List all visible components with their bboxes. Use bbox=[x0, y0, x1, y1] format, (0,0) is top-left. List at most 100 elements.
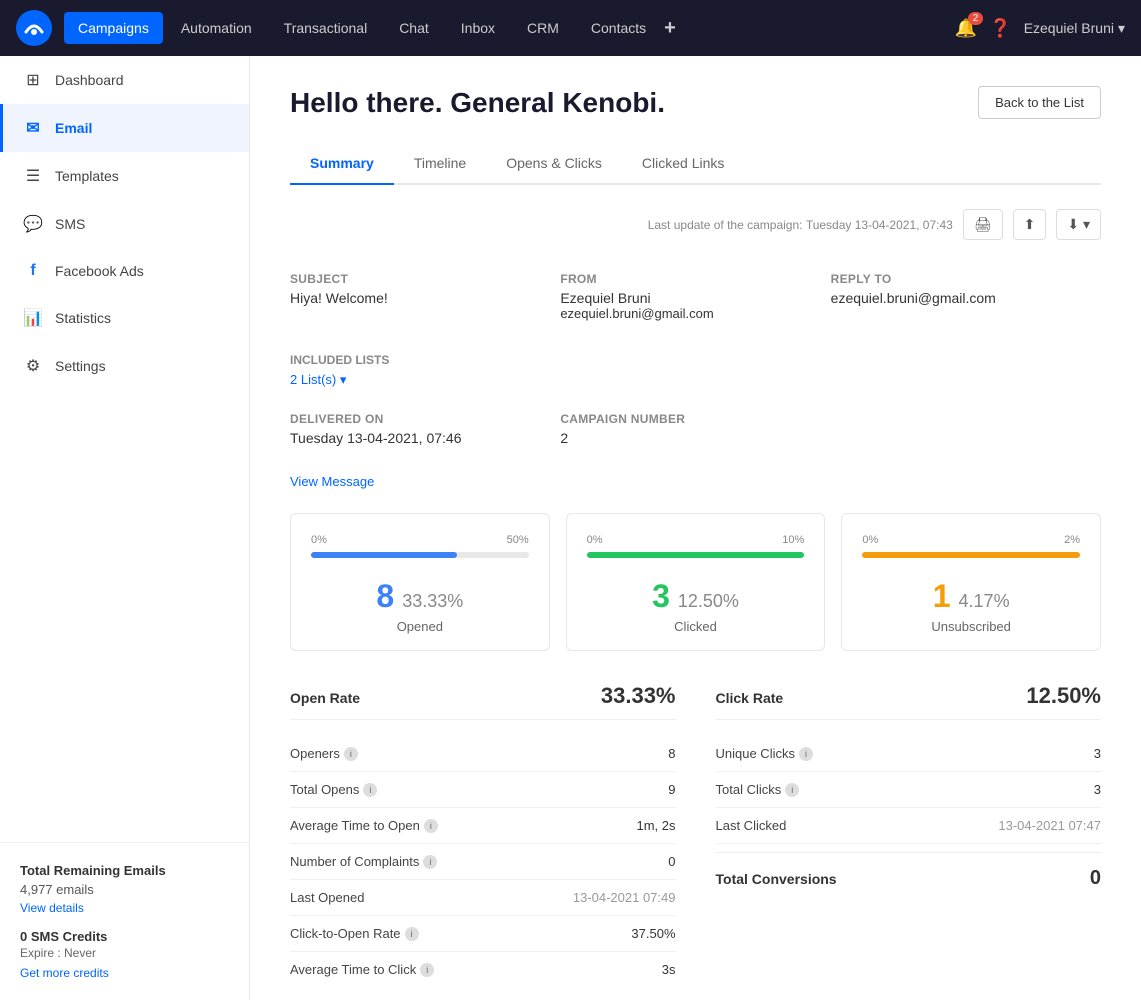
delivered-on-value: Tuesday 13-04-2021, 07:46 bbox=[290, 430, 560, 446]
download-button[interactable]: ⬇ ▾ bbox=[1056, 209, 1101, 240]
openers-info-icon[interactable]: i bbox=[344, 747, 358, 761]
unique-clicks-info-icon[interactable]: i bbox=[799, 747, 813, 761]
unsub-count: 1 bbox=[933, 578, 951, 615]
last-opened-value: 13-04-2021 07:49 bbox=[573, 890, 676, 905]
metric-card-opened: 0% 50% 8 33.33% Opened bbox=[290, 513, 550, 651]
total-opens-label: Total Opens i bbox=[290, 782, 377, 797]
topnav-crm[interactable]: CRM bbox=[513, 12, 573, 44]
notifications-bell[interactable]: 🔔 2 bbox=[955, 18, 977, 39]
open-rate-value: 33.33% bbox=[601, 683, 676, 709]
campaign-number-cell: Campaign Number 2 bbox=[560, 404, 830, 462]
remaining-emails-count: 4,977 emails bbox=[20, 882, 229, 897]
sidebar-sms-label: SMS bbox=[55, 216, 85, 232]
sidebar: ⊞ Dashboard ✉ Email ☰ Templates 💬 SMS f … bbox=[0, 56, 250, 1000]
unique-clicks-value: 3 bbox=[1094, 746, 1101, 761]
opened-bar-min: 0% bbox=[311, 534, 327, 546]
included-lists-label: Included Lists bbox=[290, 353, 1101, 367]
campaign-number-label: Campaign Number bbox=[560, 412, 830, 426]
total-clicks-label: Total Clicks i bbox=[716, 782, 800, 797]
clicked-bar-track bbox=[587, 552, 805, 558]
metric-card-clicked: 0% 10% 3 12.50% Clicked bbox=[566, 513, 826, 651]
total-conversions-row: Total Conversions 0 bbox=[716, 852, 1102, 904]
stat-row-complaints: Number of Complaints i 0 bbox=[290, 844, 676, 880]
topnav-contacts[interactable]: Contacts bbox=[577, 12, 660, 44]
expire-label: Expire : Never bbox=[20, 946, 229, 960]
sidebar-item-facebook-ads[interactable]: f Facebook Ads bbox=[0, 248, 249, 294]
print-button[interactable]: 🖨 bbox=[963, 209, 1003, 240]
sidebar-item-email[interactable]: ✉ Email bbox=[0, 104, 249, 152]
page-title: Hello there. General Kenobi. bbox=[290, 87, 665, 119]
view-details-link[interactable]: View details bbox=[20, 901, 84, 915]
total-conversions-value: 0 bbox=[1090, 867, 1101, 890]
sidebar-item-templates[interactable]: ☰ Templates bbox=[0, 152, 249, 200]
tab-summary[interactable]: Summary bbox=[290, 143, 394, 185]
sidebar-facebook-label: Facebook Ads bbox=[55, 263, 144, 279]
from-name: Ezequiel Bruni bbox=[560, 290, 830, 306]
back-to-list-button[interactable]: Back to the List bbox=[978, 86, 1101, 119]
topnav-automation[interactable]: Automation bbox=[167, 12, 266, 44]
app-logo[interactable] bbox=[16, 10, 52, 46]
view-message-link[interactable]: View Message bbox=[290, 474, 1101, 489]
topnav-plus-button[interactable]: + bbox=[664, 17, 676, 40]
complaints-info-icon[interactable]: i bbox=[423, 855, 437, 869]
topnav-actions: 🔔 2 ❓ Ezequiel Bruni ▾ bbox=[955, 18, 1125, 39]
remaining-emails-title: Total Remaining Emails bbox=[20, 863, 229, 878]
subject-value: Hiya! Welcome! bbox=[290, 290, 560, 306]
opened-bar-track bbox=[311, 552, 529, 558]
page-header: Hello there. General Kenobi. Back to the… bbox=[290, 86, 1101, 119]
delivered-on-cell: Delivered on Tuesday 13-04-2021, 07:46 bbox=[290, 404, 560, 462]
tab-clicked-links[interactable]: Clicked Links bbox=[622, 143, 744, 185]
included-lists-value[interactable]: 2 List(s) ▾ bbox=[290, 372, 346, 387]
opened-bar-fill bbox=[311, 552, 457, 558]
avg-time-click-info-icon[interactable]: i bbox=[420, 963, 434, 977]
facebook-icon: f bbox=[23, 262, 43, 280]
open-rate-table: Open Rate 33.33% Openers i 8 Total Opens bbox=[290, 683, 676, 987]
from-label: From bbox=[560, 272, 830, 286]
settings-icon: ⚙ bbox=[23, 356, 43, 376]
unsub-label: Unsubscribed bbox=[862, 619, 1080, 634]
user-menu-chevron: ▾ bbox=[1118, 20, 1125, 37]
statistics-icon: 📊 bbox=[23, 308, 43, 328]
clicked-label: Clicked bbox=[587, 619, 805, 634]
campaign-number-value: 2 bbox=[560, 430, 830, 446]
stat-row-avg-time-open: Average Time to Open i 1m, 2s bbox=[290, 808, 676, 844]
topnav-chat[interactable]: Chat bbox=[385, 12, 443, 44]
avg-time-open-value: 1m, 2s bbox=[636, 818, 675, 833]
avg-time-click-label: Average Time to Click i bbox=[290, 962, 434, 977]
unsub-bar-track bbox=[862, 552, 1080, 558]
sidebar-item-dashboard[interactable]: ⊞ Dashboard bbox=[0, 56, 249, 104]
user-menu[interactable]: Ezequiel Bruni ▾ bbox=[1024, 20, 1125, 37]
total-clicks-info-icon[interactable]: i bbox=[785, 783, 799, 797]
share-button[interactable]: ⬆ bbox=[1013, 209, 1047, 240]
total-clicks-value: 3 bbox=[1094, 782, 1101, 797]
sidebar-dashboard-label: Dashboard bbox=[55, 72, 124, 88]
complaints-label: Number of Complaints i bbox=[290, 854, 437, 869]
unsub-bar-min: 0% bbox=[862, 534, 878, 546]
topnav-campaigns[interactable]: Campaigns bbox=[64, 12, 163, 44]
complaints-value: 0 bbox=[668, 854, 675, 869]
open-rate-title: Open Rate bbox=[290, 690, 360, 706]
avg-time-open-info-icon[interactable]: i bbox=[424, 819, 438, 833]
tab-opens-clicks[interactable]: Opens & Clicks bbox=[486, 143, 622, 185]
click-to-open-info-icon[interactable]: i bbox=[405, 927, 419, 941]
help-button[interactable]: ❓ bbox=[989, 18, 1011, 39]
opened-count: 8 bbox=[376, 578, 394, 615]
total-opens-info-icon[interactable]: i bbox=[363, 783, 377, 797]
topnav-inbox[interactable]: Inbox bbox=[447, 12, 509, 44]
stat-row-click-to-open: Click-to-Open Rate i 37.50% bbox=[290, 916, 676, 952]
email-icon: ✉ bbox=[23, 118, 43, 138]
sidebar-item-settings[interactable]: ⚙ Settings bbox=[0, 342, 249, 390]
reply-to-label: Reply to bbox=[831, 272, 1101, 286]
from-cell: From Ezequiel Bruni ezequiel.bruni@gmail… bbox=[560, 264, 830, 337]
sidebar-item-sms[interactable]: 💬 SMS bbox=[0, 200, 249, 248]
topnav-transactional[interactable]: Transactional bbox=[270, 12, 382, 44]
tab-timeline[interactable]: Timeline bbox=[394, 143, 486, 185]
dashboard-icon: ⊞ bbox=[23, 70, 43, 90]
metric-card-unsubscribed: 0% 2% 1 4.17% Unsubscribed bbox=[841, 513, 1101, 651]
templates-icon: ☰ bbox=[23, 166, 43, 186]
last-clicked-label: Last Clicked bbox=[716, 818, 787, 833]
topnav: Campaigns Automation Transactional Chat … bbox=[0, 0, 1141, 56]
get-more-credits-link[interactable]: Get more credits bbox=[20, 966, 109, 980]
unsub-bar-fill bbox=[862, 552, 1080, 558]
sidebar-item-statistics[interactable]: 📊 Statistics bbox=[0, 294, 249, 342]
